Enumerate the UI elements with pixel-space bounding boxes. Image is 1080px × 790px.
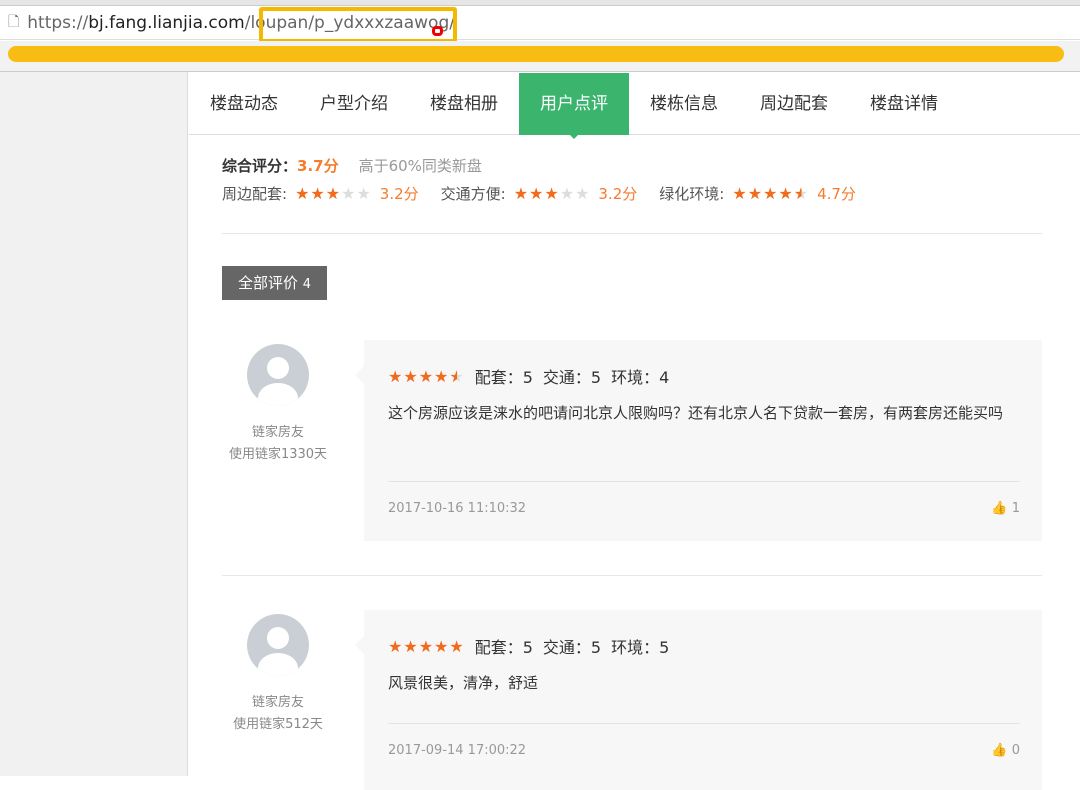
rating-score: 3.2分 [598,185,638,203]
review-huanjing: 环境：5 [611,638,670,657]
star-icon: ★ [295,184,311,203]
review-text: 这个房源应该是涞水的吧请问北京人限购吗？还有北京人名下贷款一套房，有两套房还能买… [388,404,1004,422]
review-date: 2017-09-14 17:00:22 [388,743,527,758]
user-name: 链家房友 [251,425,304,440]
user-info: 链家房友使用链家1330天 [218,422,338,466]
star-icon: ★ [559,184,576,203]
overall-compare: 高于60%同类新盘 [358,157,482,175]
tab-reviews[interactable]: 用户点评 [519,73,629,139]
star-icon: ★ [418,636,435,656]
all-reviews-label: 全部评价 [237,274,298,292]
overall-score: 3.7分 [297,157,339,175]
nav-tabs: 楼盘动态 户型介绍 楼盘相册 用户点评 楼栋信息 周边配套 楼盘详情 [189,73,1080,139]
star-icon: ★ [388,636,404,656]
red-marker [432,26,443,36]
review-huanjing: 环境：4 [611,368,670,387]
all-reviews-count: 4 [302,277,312,292]
user-usage: 使用链家1330天 [228,447,328,462]
address-bar[interactable]: 🗋 https://bj.fang.lianjia.com/loupan/p_y… [0,6,1080,40]
star-icon: ★ [403,636,419,656]
star-rating: ★★★★★ [514,184,591,203]
highlight-box [259,7,457,43]
rating-label: 周边配套: [222,185,288,203]
star-icon: ★ [418,366,435,386]
star-icon: ★ [356,184,372,203]
star-icon: ★ [434,636,450,656]
star-icon: ★ [310,184,326,203]
review-text: 风景很美，清净，舒适 [388,674,539,692]
star-icon: ★ [778,184,794,203]
tab-buildings[interactable]: 楼栋信息 [629,73,739,135]
star-icon: ★ [434,366,450,386]
star-icon: ★ [341,184,357,203]
rating-score: 4.7分 [817,185,856,203]
like-button[interactable]: 👍 0 [991,743,1020,758]
review-card: ★★★★★ 配套：5 交通：5 环境：5 风景很美，清净，舒适 2017-09-14… [355,610,1042,790]
overall-rating: 综合评分： 3.7分 高于60%同类新盘 [222,155,482,176]
star-icon: ★ [529,184,545,203]
user-name: 链家房友 [251,695,304,710]
star-rating: ★★★★★ [732,184,809,203]
divider [388,723,1020,724]
star-icon: ★ [513,184,530,203]
user-info: 链家房友使用链家512天 [218,692,338,736]
like-count: 1 [1011,501,1020,516]
review-jiaotong: 交通：5 [542,638,602,657]
review-card: ★★★★★ 配套：5 交通：5 环境：4 这个房源应该是涞水的吧请问北京人限购吗？还… [355,340,1042,541]
star-icon: ★ [388,366,404,386]
star-rating: ★★★★★ [295,184,372,203]
star-rating: ★★★★★ [388,367,465,386]
tab-surroundings[interactable]: 周边配套 [739,73,849,135]
review-date: 2017-10-16 11:10:32 [388,501,527,516]
review-peitao: 配套：5 [474,638,533,657]
user-usage: 使用链家512天 [233,717,323,732]
like-count: 0 [1011,743,1020,758]
star-icon: ★ [544,184,560,203]
tab-album[interactable]: 楼盘相册 [409,73,519,135]
left-gutter [0,72,188,776]
star-icon: ★ [793,184,810,203]
tab-details[interactable]: 楼盘详情 [849,73,959,135]
review-peitao: 配套：5 [474,368,533,387]
tab-floorplans[interactable]: 户型介绍 [299,73,409,135]
rating-label: 交通方便: [440,185,506,203]
star-icon: ★ [747,184,764,203]
like-button[interactable]: 👍 1 [991,501,1020,516]
star-rating: ★★★★★ [388,637,465,656]
star-icon: ★ [763,184,779,203]
sub-ratings: 周边配套: ★★★★★ 3.2分 交通方便: ★★★★★ 3.2分 绿化环境: … [222,183,856,204]
rating-score: 3.2分 [379,185,419,203]
rating-label: 绿化环境: [659,185,725,203]
avatar [247,344,309,406]
all-reviews-button[interactable]: 全部评价 4 [222,266,327,300]
avatar [247,614,309,676]
star-icon: ★ [575,184,591,203]
star-icon: ★ [449,636,465,656]
star-icon: ★ [449,366,465,386]
star-icon: ★ [325,184,342,203]
divider [222,233,1042,234]
thumbs-up-icon: 👍 [991,501,1008,516]
page-icon: 🗋 [8,13,20,30]
overall-label: 综合评分： [222,157,298,175]
star-icon: ★ [732,184,748,203]
url-domain: bj.fang.lianjia.com [88,12,245,33]
divider [222,575,1042,576]
tab-dynamics[interactable]: 楼盘动态 [189,73,299,135]
bookmarks-redaction [8,46,1064,62]
thumbs-up-icon: 👍 [991,743,1008,758]
star-icon: ★ [403,366,419,386]
divider [388,481,1020,482]
url-prefix: https:// [27,12,89,33]
review-jiaotong: 交通：5 [542,368,602,387]
